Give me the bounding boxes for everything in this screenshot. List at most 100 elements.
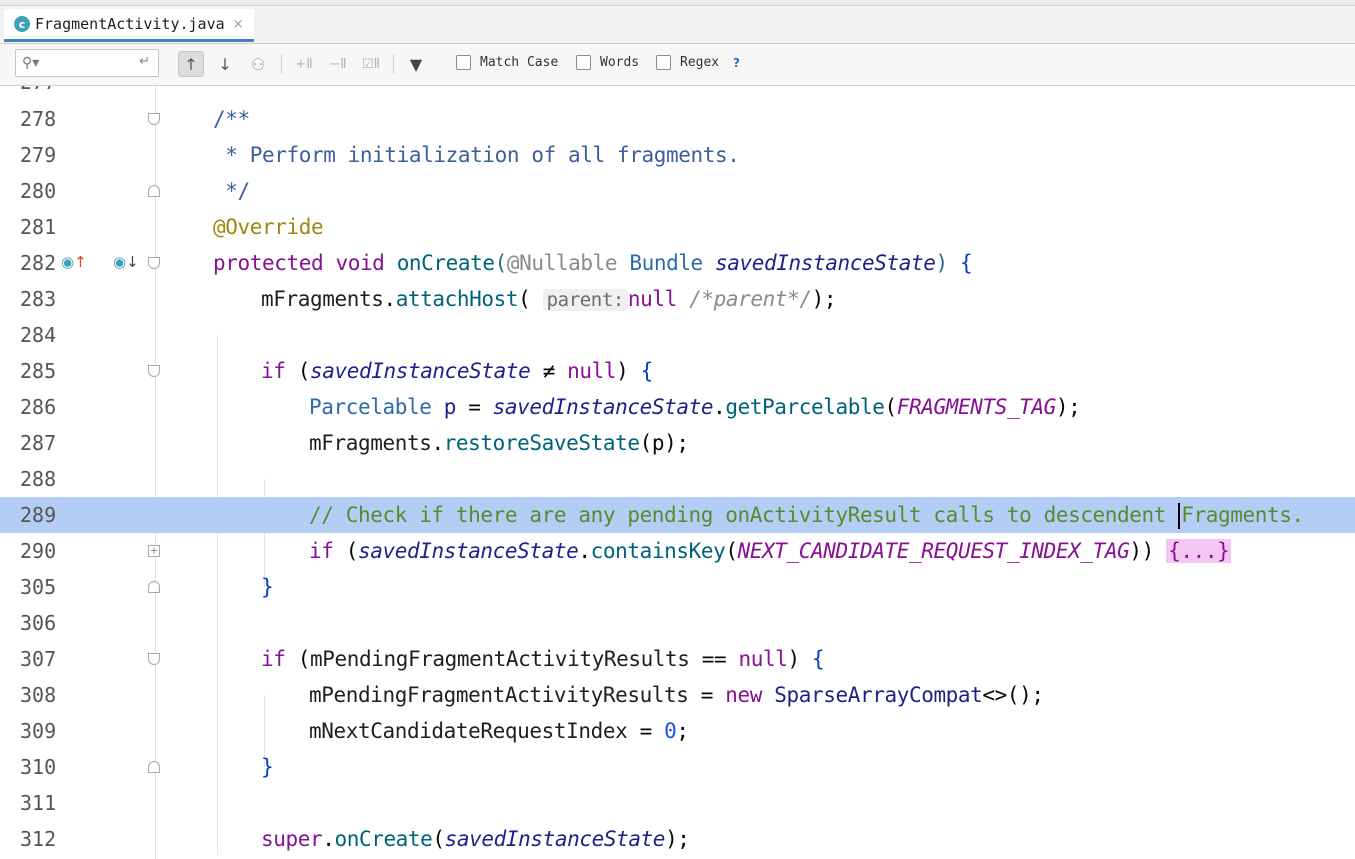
folded-code-block[interactable]: {...} xyxy=(1166,539,1232,563)
close-tab-icon[interactable]: × xyxy=(233,17,244,32)
tab-fragmentactivity[interactable]: c FragmentActivity.java × xyxy=(4,9,254,42)
code-line[interactable]: 309 mNextCandidateRequestIndex = 0; xyxy=(0,713,1355,749)
checkbox-box[interactable] xyxy=(576,55,591,70)
code-line[interactable]: 287 mFragments.restoreSaveState(p); xyxy=(0,425,1355,461)
parameter-hint: parent: xyxy=(542,289,628,311)
java-class-icon: c xyxy=(14,16,30,32)
code-line[interactable]: 306 xyxy=(0,605,1355,641)
line-number: 289 xyxy=(20,503,57,527)
code-text: * Perform initialization of all fragment… xyxy=(213,143,740,167)
code-line[interactable]: 285 if (savedInstanceState ≠ null) { xyxy=(0,353,1355,389)
line-number: 283 xyxy=(20,287,57,311)
regex-checkbox[interactable]: Regex xyxy=(656,55,719,70)
return-icon[interactable]: ↵ xyxy=(139,54,150,69)
current-line[interactable]: 289 // Check if there are any pending on… xyxy=(0,497,1355,533)
line-number: 285 xyxy=(20,359,57,383)
search-input[interactable] xyxy=(46,53,146,75)
add-occurrence-icon[interactable]: +Ⅱ xyxy=(291,51,317,77)
code-line[interactable]: 279 * Perform initialization of all frag… xyxy=(0,137,1355,173)
code-line[interactable]: 311 xyxy=(0,785,1355,821)
line-number: 281 xyxy=(20,215,57,239)
line-number: 312 xyxy=(20,827,57,851)
code-text: protected void onCreate(@Nullable Bundle… xyxy=(213,251,973,275)
line-number: 290 xyxy=(20,539,57,563)
code-text: super.onCreate(savedInstanceState); xyxy=(261,827,690,851)
line-number: 286 xyxy=(20,395,57,419)
fold-marker[interactable] xyxy=(148,365,160,377)
breadcrumb-strip xyxy=(0,0,1355,6)
line-number: 308 xyxy=(20,683,57,707)
code-text: } xyxy=(261,755,274,779)
code-text: /** xyxy=(213,107,250,131)
fold-marker[interactable] xyxy=(148,581,160,593)
fold-expand-icon[interactable]: + xyxy=(148,545,160,557)
line-number: 310 xyxy=(20,755,57,779)
code-line[interactable]: 290 + if (savedInstanceState.containsKey… xyxy=(0,533,1355,569)
code-editor[interactable]: 277 278 /** 279 * Perform initialization… xyxy=(0,86,1355,859)
line-number: 305 xyxy=(20,575,57,599)
find-toolbar: ⚲▾ ↵ ↑ ↓ ⚇ +Ⅱ −Ⅱ ☑Ⅱ ▼ Match Case Words R… xyxy=(0,44,1355,86)
code-line[interactable]: 308 mPendingFragmentActivityResults = ne… xyxy=(0,677,1355,713)
line-number: 307 xyxy=(20,647,57,671)
code-text: mFragments.restoreSaveState(p); xyxy=(309,431,689,455)
tab-title: FragmentActivity.java xyxy=(35,15,225,33)
line-number: 287 xyxy=(20,431,57,455)
code-line[interactable]: 278 /** xyxy=(0,101,1355,137)
code-line[interactable]: 281 @Override xyxy=(0,209,1355,245)
code-line[interactable]: 312 super.onCreate(savedInstanceState); xyxy=(0,821,1355,857)
code-line[interactable]: 283 mFragments.attachHost( parent: null /… xyxy=(0,281,1355,317)
line-number: 306 xyxy=(20,611,57,635)
code-text: mPendingFragmentActivityResults = new Sp… xyxy=(309,683,1044,707)
words-checkbox[interactable]: Words xyxy=(576,55,639,70)
regex-help-link[interactable]: ? xyxy=(733,56,740,70)
code-text: // Check if there are any pending onActi… xyxy=(309,503,1304,529)
line-number: 282 xyxy=(20,251,57,275)
code-text: if (savedInstanceState ≠ null) { xyxy=(261,359,653,383)
code-text: if (mPendingFragmentActivityResults == n… xyxy=(261,647,825,671)
code-line[interactable]: 310 } xyxy=(0,749,1355,785)
editor-tab-bar: c FragmentActivity.java × xyxy=(0,0,1355,44)
find-all-icon[interactable]: ⚇ xyxy=(245,51,271,77)
checkbox-label: Words xyxy=(600,55,640,70)
fold-marker[interactable] xyxy=(148,257,160,269)
fold-marker[interactable] xyxy=(148,653,160,665)
fold-marker[interactable] xyxy=(148,761,160,773)
checkbox-box[interactable] xyxy=(656,55,671,70)
fold-marker[interactable] xyxy=(148,185,160,197)
line-number: 277 xyxy=(20,86,56,100)
toolbar-separator xyxy=(393,54,394,74)
code-text: if (savedInstanceState.containsKey(NEXT_… xyxy=(309,539,1232,563)
filter-icon[interactable]: ▼ xyxy=(403,51,429,77)
line-number: 309 xyxy=(20,719,57,743)
line-number: 279 xyxy=(20,143,57,167)
code-text: @Override xyxy=(213,215,324,239)
code-line[interactable]: 277 xyxy=(0,86,1355,100)
overrides-up-icon[interactable]: ◉↑ xyxy=(61,253,87,271)
code-text: */ xyxy=(213,179,250,203)
select-all-occurrences-icon[interactable]: ☑Ⅱ xyxy=(358,51,384,77)
code-text: mFragments.attachHost( parent: null /*par… xyxy=(261,287,837,311)
match-case-checkbox[interactable]: Match Case xyxy=(456,55,558,70)
code-line[interactable]: 305 } xyxy=(0,569,1355,605)
code-line[interactable]: 280 */ xyxy=(0,173,1355,209)
text-caret xyxy=(1178,503,1181,529)
remove-occurrence-icon[interactable]: −Ⅱ xyxy=(325,51,351,77)
search-field[interactable]: ⚲▾ ↵ xyxy=(15,49,159,77)
overridden-down-icon[interactable]: ◉↓ xyxy=(113,253,139,271)
arrow-down-icon[interactable]: ↓ xyxy=(212,51,238,77)
line-number: 278 xyxy=(20,107,57,131)
code-text: mNextCandidateRequestIndex = 0; xyxy=(309,719,689,743)
checkbox-box[interactable] xyxy=(456,55,471,70)
toolbar-separator xyxy=(281,54,282,74)
code-line[interactable]: 284 xyxy=(0,317,1355,353)
fold-marker[interactable] xyxy=(148,113,160,125)
arrow-up-icon[interactable]: ↑ xyxy=(178,51,204,77)
search-icon[interactable]: ⚲▾ xyxy=(22,55,39,71)
checkbox-label: Match Case xyxy=(480,55,559,70)
code-text: } xyxy=(261,575,274,599)
checkbox-label: Regex xyxy=(680,55,720,70)
code-line[interactable]: 288 xyxy=(0,461,1355,497)
code-line[interactable]: 307 if (mPendingFragmentActivityResults … xyxy=(0,641,1355,677)
code-line[interactable]: 286 Parcelable p = savedInstanceState.ge… xyxy=(0,389,1355,425)
code-line[interactable]: 282 ◉↑ ◉↓ protected void onCreate(@Nulla… xyxy=(0,245,1355,281)
